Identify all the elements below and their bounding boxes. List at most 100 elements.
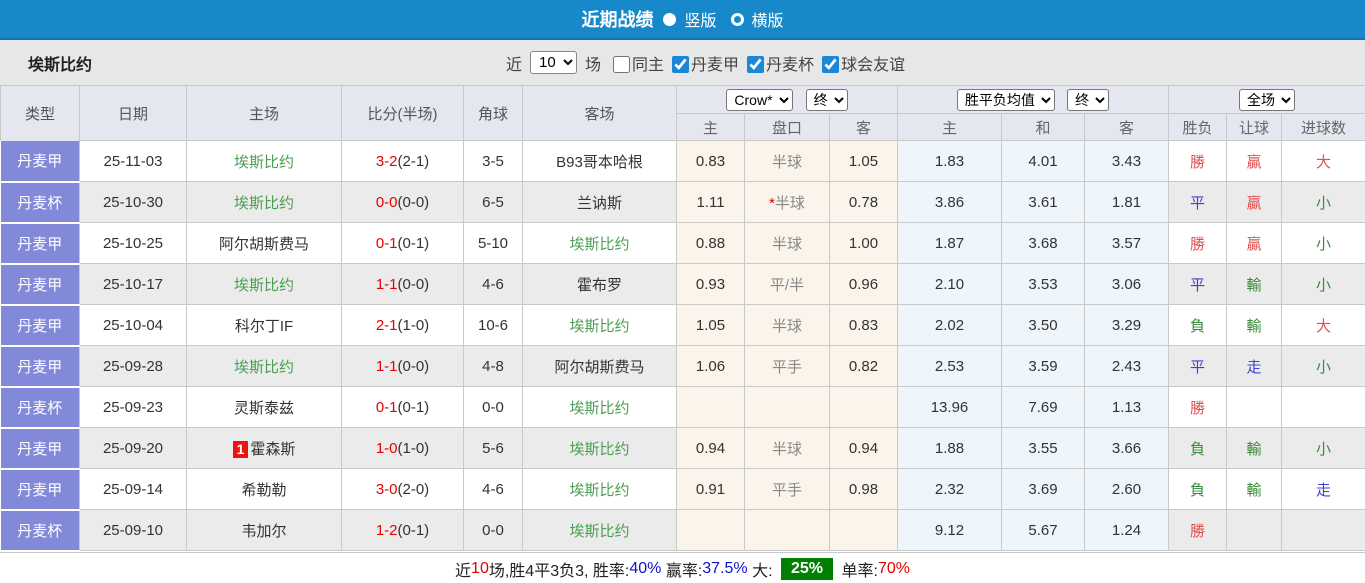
avg-draw-odds: 3.59 <box>1028 357 1058 375</box>
score-cell: 1-0(1-0) <box>341 427 464 469</box>
table-row: 丹麦甲 25-11-03 埃斯比约 3-2(2-1) 3-5 B93哥本哈根 0.83 半球 1… <box>0 140 1365 183</box>
home-team-link[interactable]: 埃斯比约 <box>234 277 294 294</box>
page-title: 近期战绩 <box>581 10 654 30</box>
checkbox-label[interactable]: 丹麦甲 <box>691 57 739 74</box>
home-team-link[interactable]: 科尔丁IF <box>235 318 293 335</box>
goals-result-cell <box>1281 509 1365 551</box>
away-team-link[interactable]: 埃斯比约 <box>569 441 629 458</box>
handicap-away-odds: 0.82 <box>848 357 879 375</box>
bookmaker-select[interactable]: Crow* <box>726 88 794 111</box>
team-name: 埃斯比约 <box>28 56 93 74</box>
handicap-line-cell: *半球 <box>744 181 830 223</box>
home-team-link[interactable]: 阿尔胡斯费马 <box>219 236 309 253</box>
checkbox-丹麦杯[interactable] <box>747 55 765 73</box>
corner-cell: 0-0 <box>463 386 523 428</box>
match-count-select[interactable]: 10 <box>530 51 578 74</box>
avg-draw-cell: 3.69 <box>1001 468 1085 510</box>
fulltime-score: 2-1 <box>375 316 398 334</box>
header-home: 主场 <box>186 85 342 141</box>
handicap-time-select[interactable]: 终 <box>805 88 848 111</box>
avg-type-select[interactable]: 胜平负均值 <box>956 88 1055 111</box>
avg-win-odds: 9.12 <box>934 521 965 539</box>
league-type: 丹麦杯 <box>17 399 63 417</box>
handicap-home-odds-cell: 1.05 <box>676 304 745 346</box>
league-type-cell: 丹麦甲 <box>0 345 80 388</box>
avg-win-cell: 1.88 <box>897 427 1002 469</box>
fulltime-score: 0-0 <box>375 193 398 211</box>
filter-checkbox-同主[interactable]: 同主 <box>605 51 664 75</box>
handicap-line: 平/半 <box>769 276 805 294</box>
filter-checkboxes: 同主 丹麦甲 丹麦杯 球会友谊 <box>605 51 905 75</box>
home-team-link[interactable]: 韦加尔 <box>241 523 286 540</box>
home-team-cell: 科尔丁IF <box>186 304 342 346</box>
handicap-away-odds-cell: 1.05 <box>829 140 898 182</box>
avg-draw-cell: 3.59 <box>1001 345 1085 387</box>
away-team-link[interactable]: 霍布罗 <box>577 277 622 294</box>
header-corner: 角球 <box>463 85 523 141</box>
home-team-cell: 灵斯泰兹 <box>186 386 342 428</box>
halftime-score: (0-0) <box>397 275 430 293</box>
summary-segment: 单率: <box>837 562 878 580</box>
away-team-link[interactable]: 阿尔胡斯费马 <box>554 359 644 376</box>
checkbox-球会友谊[interactable] <box>822 55 840 73</box>
score-cell: 0-1(0-1) <box>341 222 464 264</box>
home-team-link[interactable]: 埃斯比约 <box>234 359 294 376</box>
halftime-score: (0-1) <box>397 398 430 416</box>
handicap-away-odds: 0.83 <box>848 316 879 334</box>
away-team-link[interactable]: 兰讷斯 <box>577 195 622 212</box>
handicap-result: 贏 <box>1246 153 1262 171</box>
scope-select[interactable]: 全场 <box>1239 88 1296 111</box>
radio-label[interactable]: 竖版 <box>684 7 716 31</box>
home-team-link[interactable]: 灵斯泰兹 <box>234 400 294 417</box>
away-team-link[interactable]: 埃斯比约 <box>569 523 629 540</box>
wdl-result-cell: 負 <box>1168 468 1228 510</box>
home-team-link[interactable]: 霍森斯 <box>250 441 295 458</box>
layout-radio-竖版[interactable]: 竖版 <box>663 7 717 31</box>
league-type: 丹麦甲 <box>17 153 63 170</box>
away-team-link[interactable]: B93哥本哈根 <box>556 154 643 171</box>
layout-radio-横版[interactable]: 横版 <box>730 7 784 31</box>
checkbox-label[interactable]: 球会友谊 <box>841 57 905 74</box>
filter-checkbox-丹麦甲[interactable]: 丹麦甲 <box>664 51 739 75</box>
home-team-link[interactable]: 埃斯比约 <box>234 195 294 212</box>
checkbox-label[interactable]: 丹麦杯 <box>766 57 814 74</box>
corner-score: 0-0 <box>482 398 504 416</box>
home-team-cell: 埃斯比约 <box>186 263 342 305</box>
wdl-result: 平 <box>1190 358 1206 376</box>
avg-win-odds: 3.86 <box>934 193 965 211</box>
filter-checkbox-丹麦杯[interactable]: 丹麦杯 <box>739 51 814 75</box>
handicap-home-odds-cell: 0.94 <box>676 427 745 469</box>
match-date: 25-11-03 <box>103 152 163 170</box>
radio-unselected-icon[interactable] <box>730 12 744 26</box>
handicap-home-odds: 1.05 <box>695 316 726 334</box>
checkbox-同主[interactable] <box>613 55 631 73</box>
goals-result: 大 <box>1316 153 1332 171</box>
league-type: 丹麦甲 <box>17 358 63 376</box>
radio-selected-icon[interactable] <box>663 12 677 26</box>
handicap-home-odds-cell: 0.91 <box>676 468 745 510</box>
radio-label[interactable]: 横版 <box>752 7 784 31</box>
goals-result: 小 <box>1316 358 1332 376</box>
away-team-link[interactable]: 埃斯比约 <box>569 400 629 417</box>
match-date: 25-10-30 <box>102 193 164 211</box>
sub-header-7: 让球 <box>1226 113 1283 141</box>
wdl-result-cell: 勝 <box>1168 386 1228 428</box>
checkbox-label[interactable]: 同主 <box>632 57 664 74</box>
handicap-result: 贏 <box>1246 235 1262 253</box>
away-team-link[interactable]: 埃斯比约 <box>569 318 629 335</box>
filter-checkbox-球会友谊[interactable]: 球会友谊 <box>814 51 905 75</box>
avg-lose-odds: 3.06 <box>1111 275 1142 293</box>
halftime-score: (0-1) <box>397 521 430 539</box>
home-team-link[interactable]: 希勒勒 <box>241 482 286 499</box>
handicap-line: 半球 <box>771 235 802 253</box>
handicap-home-odds-cell: 1.11 <box>676 181 745 223</box>
corner-score: 4-6 <box>482 275 504 293</box>
table-row: 丹麦甲 25-09-14 希勒勒 3-0(2-0) 4-6 埃斯比约 0.91 平手 0.98 2… <box>0 468 1365 511</box>
avg-time-select[interactable]: 终 <box>1067 88 1110 111</box>
away-team-link[interactable]: 埃斯比约 <box>569 236 629 253</box>
checkbox-丹麦甲[interactable] <box>672 55 690 73</box>
home-team-link[interactable]: 埃斯比约 <box>234 154 294 171</box>
away-team-link[interactable]: 埃斯比约 <box>569 482 629 499</box>
halftime-score: (1-0) <box>397 316 430 334</box>
wdl-result: 勝 <box>1190 399 1206 417</box>
